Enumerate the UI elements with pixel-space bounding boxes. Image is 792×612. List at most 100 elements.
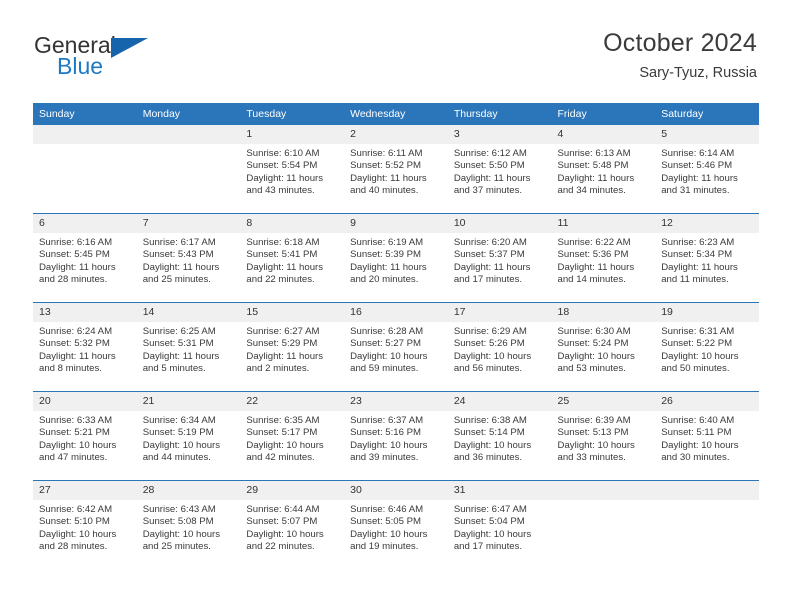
calendar-day-cell[interactable]: 22 Sunrise: 6:35 AM Sunset: 5:17 PM Dayligh… bbox=[240, 391, 345, 481]
triangle-icon bbox=[111, 38, 148, 58]
daylight-duration-line1: Daylight: 11 hours bbox=[246, 261, 324, 273]
calendar-day-cell[interactable]: 11 Sunrise: 6:22 AM Sunset: 5:36 PM Dayligh… bbox=[551, 213, 656, 303]
calendar-day-cell[interactable]: 31 Sunrise: 6:47 AM Sunset: 5:04 PM Dayligh… bbox=[447, 480, 552, 569]
day-number: 2 bbox=[344, 125, 448, 144]
weekday-header-friday: Friday bbox=[551, 103, 656, 125]
daylight-duration-line1: Daylight: 11 hours bbox=[39, 350, 116, 362]
day-number: 5 bbox=[655, 125, 759, 144]
daylight-duration-line2: and 20 minutes. bbox=[350, 274, 419, 286]
daylight-duration-line2: and 17 minutes. bbox=[453, 541, 523, 553]
weekday-header-tuesday: Tuesday bbox=[240, 103, 345, 125]
sunrise-time: Sunrise: 6:38 AM bbox=[453, 415, 527, 426]
day-details: Sunrise: 6:11 AM Sunset: 5:52 PM Daylight:… bbox=[344, 144, 448, 198]
daylight-duration-line1: Daylight: 10 hours bbox=[350, 439, 428, 451]
calendar-day-cell[interactable]: 25 Sunrise: 6:39 AM Sunset: 5:13 PM Dayligh… bbox=[551, 391, 656, 481]
day-details: Sunrise: 6:22 AM Sunset: 5:36 PM Daylight:… bbox=[552, 233, 656, 287]
calendar-day-cell[interactable]: 10 Sunrise: 6:20 AM Sunset: 5:37 PM Dayligh… bbox=[447, 213, 552, 303]
calendar-day-cell[interactable]: 2 Sunrise: 6:11 AM Sunset: 5:52 PM Daylight… bbox=[344, 125, 448, 214]
calendar-day-cell[interactable]: 16 Sunrise: 6:28 AM Sunset: 5:27 PM Dayligh… bbox=[344, 302, 448, 392]
calendar-day-cell[interactable]: 9 Sunrise: 6:19 AM Sunset: 5:39 PM Daylight… bbox=[344, 213, 448, 303]
daylight-duration-line2: and 22 minutes. bbox=[246, 541, 315, 553]
calendar-day-cell[interactable]: 3 Sunrise: 6:12 AM Sunset: 5:50 PM Daylight… bbox=[447, 125, 552, 214]
daylight-duration-line2: and 40 minutes. bbox=[350, 185, 419, 197]
day-details: Sunrise: 6:35 AM Sunset: 5:17 PM Daylight:… bbox=[240, 411, 344, 465]
day-number: 6 bbox=[33, 214, 137, 233]
daylight-duration-line2: and 53 minutes. bbox=[557, 363, 626, 375]
weekday-header-saturday: Saturday bbox=[655, 103, 759, 125]
weekday-header-sunday: Sunday bbox=[33, 103, 137, 125]
day-number: 20 bbox=[33, 392, 137, 411]
calendar-day-cell[interactable]: 20 Sunrise: 6:33 AM Sunset: 5:21 PM Dayligh… bbox=[33, 391, 137, 481]
calendar-day-cell[interactable]: 12 Sunrise: 6:23 AM Sunset: 5:34 PM Dayligh… bbox=[655, 213, 759, 303]
day-number: 17 bbox=[447, 303, 552, 322]
daylight-duration-line1: Daylight: 10 hours bbox=[142, 528, 221, 540]
daylight-duration-line2: and 28 minutes. bbox=[39, 274, 108, 286]
day-details: Sunrise: 6:31 AM Sunset: 5:22 PM Daylight:… bbox=[655, 322, 759, 376]
sunset-time: Sunset: 5:26 PM bbox=[453, 338, 525, 350]
day-details: Sunrise: 6:20 AM Sunset: 5:37 PM Daylight:… bbox=[448, 233, 552, 287]
calendar-day-cell[interactable]: 23 Sunrise: 6:37 AM Sunset: 5:16 PM Dayligh… bbox=[344, 391, 448, 481]
calendar-day-cell[interactable]: 14 Sunrise: 6:25 AM Sunset: 5:31 PM Dayligh… bbox=[136, 302, 241, 392]
calendar-day-cell[interactable]: 29 Sunrise: 6:44 AM Sunset: 5:07 PM Dayligh… bbox=[240, 480, 345, 569]
daylight-duration-line2: and 17 minutes. bbox=[453, 274, 523, 286]
calendar-day-cell[interactable]: 30 Sunrise: 6:46 AM Sunset: 5:05 PM Dayligh… bbox=[344, 480, 448, 569]
sunrise-time: Sunrise: 6:44 AM bbox=[246, 504, 320, 515]
calendar-day-cell[interactable]: 15 Sunrise: 6:27 AM Sunset: 5:29 PM Dayligh… bbox=[240, 302, 345, 392]
daylight-duration-line1: Daylight: 10 hours bbox=[557, 350, 635, 362]
daylight-duration-line2: and 44 minutes. bbox=[142, 452, 211, 464]
daylight-duration-line2: and 43 minutes. bbox=[246, 185, 315, 197]
day-number: 1 bbox=[240, 125, 345, 144]
sunrise-time: Sunrise: 6:23 AM bbox=[661, 237, 735, 248]
daylight-duration-line1: Daylight: 11 hours bbox=[142, 350, 220, 362]
calendar-week-row: 27 Sunrise: 6:42 AM Sunset: 5:10 PM Dayligh… bbox=[33, 480, 759, 569]
day-details: Sunrise: 6:25 AM Sunset: 5:31 PM Daylight:… bbox=[137, 322, 241, 376]
sunrise-time: Sunrise: 6:30 AM bbox=[557, 326, 631, 337]
day-number: 19 bbox=[655, 303, 759, 322]
sunrise-time: Sunrise: 6:28 AM bbox=[350, 326, 424, 337]
sunrise-time: Sunrise: 6:22 AM bbox=[557, 237, 631, 248]
calendar-day-cell[interactable]: 28 Sunrise: 6:43 AM Sunset: 5:08 PM Dayligh… bbox=[136, 480, 241, 569]
day-number: 11 bbox=[551, 214, 656, 233]
calendar-week-row: 13 Sunrise: 6:24 AM Sunset: 5:32 PM Dayligh… bbox=[33, 302, 759, 392]
calendar-day-cell[interactable]: 17 Sunrise: 6:29 AM Sunset: 5:26 PM Dayligh… bbox=[447, 302, 552, 392]
calendar-day-cell[interactable]: 18 Sunrise: 6:30 AM Sunset: 5:24 PM Dayligh… bbox=[551, 302, 656, 392]
calendar-day-cell[interactable]: 24 Sunrise: 6:38 AM Sunset: 5:14 PM Dayligh… bbox=[447, 391, 552, 481]
sunset-time: Sunset: 5:45 PM bbox=[39, 249, 110, 261]
calendar-day-cell[interactable]: 21 Sunrise: 6:34 AM Sunset: 5:19 PM Dayligh… bbox=[136, 391, 241, 481]
calendar-day-cell[interactable]: 19 Sunrise: 6:31 AM Sunset: 5:22 PM Dayligh… bbox=[655, 302, 759, 392]
daylight-duration-line1: Daylight: 11 hours bbox=[453, 261, 531, 273]
daylight-duration-line1: Daylight: 10 hours bbox=[350, 350, 428, 362]
sunset-time: Sunset: 5:34 PM bbox=[661, 249, 733, 261]
sunset-time: Sunset: 5:13 PM bbox=[557, 427, 629, 439]
daylight-duration-line2: and 2 minutes. bbox=[246, 363, 310, 375]
day-details: Sunrise: 6:34 AM Sunset: 5:19 PM Daylight:… bbox=[137, 411, 241, 465]
calendar-day-cell[interactable]: 4 Sunrise: 6:13 AM Sunset: 5:48 PM Daylight… bbox=[551, 125, 656, 214]
sunrise-time: Sunrise: 6:33 AM bbox=[39, 415, 113, 426]
calendar-day-cell[interactable]: 13 Sunrise: 6:24 AM Sunset: 5:32 PM Dayligh… bbox=[33, 302, 137, 392]
calendar-day-cell[interactable]: 5 Sunrise: 6:14 AM Sunset: 5:46 PM Daylight… bbox=[655, 125, 759, 214]
day-number: 28 bbox=[136, 481, 241, 500]
page-title: October 2024 bbox=[603, 29, 757, 57]
calendar-day-cell[interactable]: 1 Sunrise: 6:10 AM Sunset: 5:54 PM Daylight… bbox=[240, 125, 345, 214]
sunset-time: Sunset: 5:39 PM bbox=[350, 249, 422, 261]
daylight-duration-line1: Daylight: 10 hours bbox=[246, 528, 324, 540]
calendar-day-cell[interactable]: 7 Sunrise: 6:17 AM Sunset: 5:43 PM Daylight… bbox=[136, 213, 241, 303]
sunset-time: Sunset: 5:22 PM bbox=[661, 338, 733, 350]
sunrise-time: Sunrise: 6:37 AM bbox=[350, 415, 424, 426]
brand-logo[interactable]: General Blue bbox=[34, 34, 164, 84]
sunset-time: Sunset: 5:43 PM bbox=[142, 249, 214, 261]
calendar-day-cell[interactable]: 8 Sunrise: 6:18 AM Sunset: 5:41 PM Daylight… bbox=[240, 213, 345, 303]
daylight-duration-line2: and 37 minutes. bbox=[453, 185, 523, 197]
title-block: October 2024 Sary-Tyuz, Russia bbox=[603, 28, 757, 81]
day-number: 29 bbox=[240, 481, 345, 500]
sunrise-time: Sunrise: 6:46 AM bbox=[350, 504, 424, 515]
day-number: 22 bbox=[240, 392, 345, 411]
calendar-day-cell[interactable]: 26 Sunrise: 6:40 AM Sunset: 5:11 PM Dayligh… bbox=[655, 391, 759, 481]
sunset-time: Sunset: 5:17 PM bbox=[246, 427, 318, 439]
day-number: 3 bbox=[447, 125, 552, 144]
calendar-day-cell[interactable]: 6 Sunrise: 6:16 AM Sunset: 5:45 PM Daylight… bbox=[33, 213, 137, 303]
calendar-day-cell[interactable]: 27 Sunrise: 6:42 AM Sunset: 5:10 PM Dayligh… bbox=[33, 480, 137, 569]
sunset-time: Sunset: 5:10 PM bbox=[39, 516, 110, 528]
day-details: Sunrise: 6:42 AM Sunset: 5:10 PM Daylight:… bbox=[33, 500, 137, 554]
calendar-body: 1 Sunrise: 6:10 AM Sunset: 5:54 PM Daylight… bbox=[33, 125, 759, 569]
